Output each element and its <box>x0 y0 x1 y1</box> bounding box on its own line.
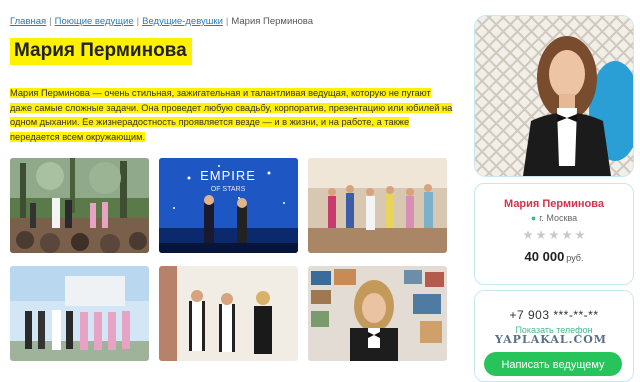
rating-stars[interactable] <box>475 230 633 240</box>
gallery-photo-hosts-stage[interactable] <box>159 266 298 361</box>
breadcrumb-singers-link[interactable]: Поющие ведущие <box>55 16 134 27</box>
gallery-photo-party[interactable] <box>308 158 447 253</box>
star-icon[interactable] <box>549 230 559 240</box>
watermark: YAPLAKAL.COM <box>495 333 607 346</box>
star-icon[interactable] <box>562 230 572 240</box>
star-icon[interactable] <box>536 230 546 240</box>
location-pin-icon: ● <box>530 213 537 223</box>
price-unit: руб. <box>566 253 584 263</box>
gallery-photo-maria-portrait[interactable] <box>308 266 447 361</box>
page-title: Мария Перминова <box>10 38 192 65</box>
breadcrumb-separator: | <box>225 16 229 27</box>
empire-text-2: OF STARS <box>211 186 246 193</box>
gallery-photo-wedding-ceremony[interactable] <box>10 158 149 253</box>
profile-card: Мария Перминова ● г. Москва 40 000 руб. <box>474 183 634 285</box>
page-title-wrap: Мария Перминова <box>10 38 192 65</box>
profile-photo <box>474 15 634 177</box>
breadcrumb-current: Мария Перминова <box>231 16 314 27</box>
card-city: ● г. Москва <box>475 213 633 223</box>
card-name: Мария Перминова <box>504 198 604 210</box>
empire-text-1: EMPIRE <box>200 168 256 183</box>
breadcrumb-separator: | <box>49 16 52 27</box>
card-city-text: г. Москва <box>539 213 578 223</box>
price: 40 000 руб. <box>475 249 633 264</box>
phone-number: +7 903 ***-**-** <box>509 308 599 322</box>
gallery-photo-empire-of-stars[interactable]: EMPIRE OF STARS <box>159 158 298 253</box>
description: Мария Перминова — очень стильная, зажига… <box>10 86 455 144</box>
breadcrumb-hosts-link[interactable]: Ведущие-девушки <box>142 16 223 27</box>
gallery-photo-wedding-group[interactable] <box>10 266 149 361</box>
breadcrumb-home-link[interactable]: Главная <box>10 16 46 27</box>
breadcrumb: Главная | Поющие ведущие | Ведущие-девушки | М… <box>10 16 313 27</box>
description-text: Мария Перминова — очень стильная, зажига… <box>10 88 453 142</box>
write-host-button[interactable]: Написать ведущему <box>484 352 622 376</box>
price-value: 40 000 <box>524 249 565 264</box>
star-icon[interactable] <box>523 230 533 240</box>
star-icon[interactable] <box>575 230 585 240</box>
breadcrumb-separator: | <box>136 16 140 27</box>
